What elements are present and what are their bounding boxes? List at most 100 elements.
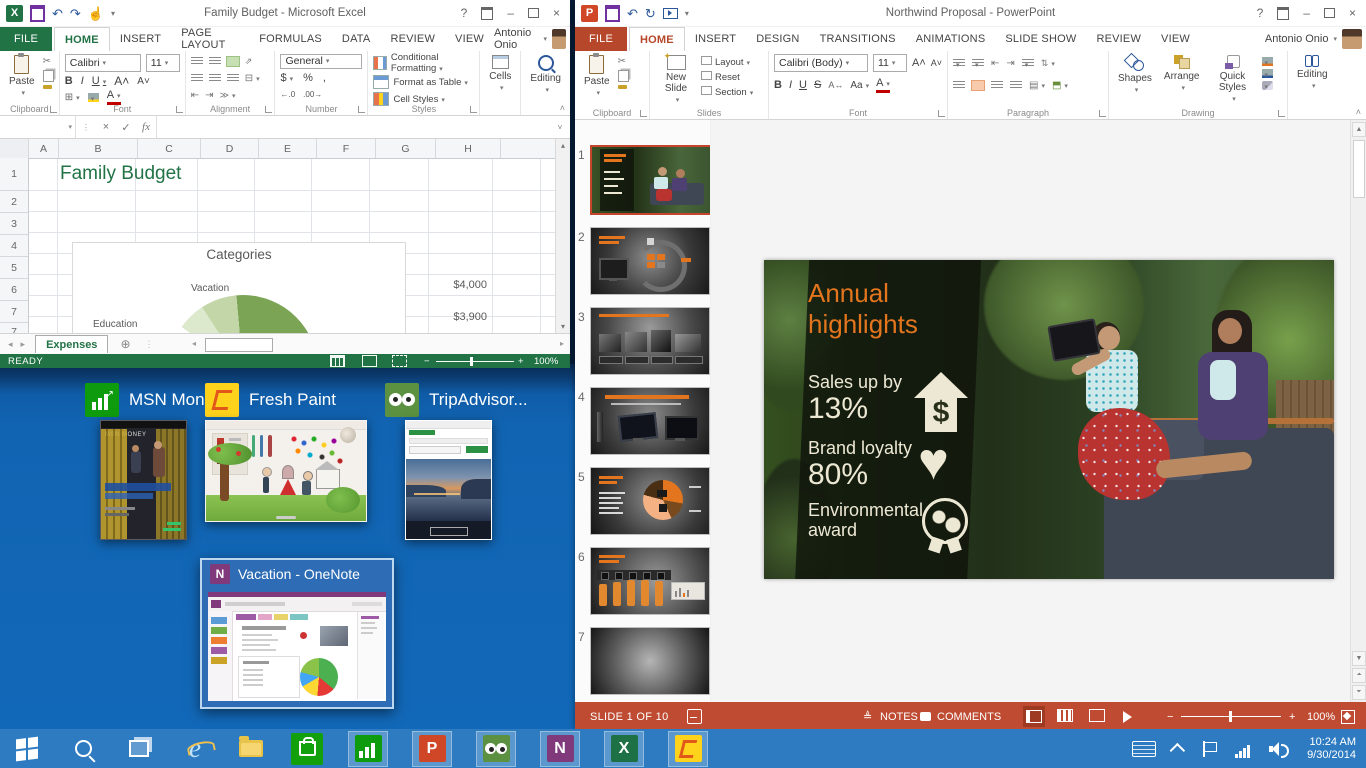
scroll-thumb[interactable]	[1353, 140, 1365, 198]
decrease-indent-icon[interactable]	[191, 90, 199, 101]
show-hidden-icons-chevron[interactable]	[1170, 743, 1186, 759]
cell-styles-button[interactable]: Cell Styles	[393, 94, 444, 105]
task-view-button[interactable]	[122, 732, 156, 766]
shapes-button[interactable]: Shapes	[1114, 54, 1156, 106]
zoom-in-icon[interactable]: +	[1289, 711, 1295, 723]
slide-thumbnail-3[interactable]	[590, 307, 710, 375]
slide-thumbnail-1[interactable]	[590, 145, 712, 215]
layout-button[interactable]: Layout	[701, 56, 753, 68]
align-left-icon[interactable]	[191, 74, 203, 83]
copy-icon[interactable]	[43, 70, 54, 82]
network-icon[interactable]	[1235, 740, 1251, 758]
font-color-icon[interactable]: A	[876, 78, 890, 93]
merge-center-icon[interactable]	[245, 73, 260, 84]
columns-icon[interactable]	[1029, 80, 1045, 91]
stat1-value[interactable]: 13%	[808, 392, 868, 426]
font-color-icon[interactable]: A	[107, 90, 121, 105]
orientation-icon[interactable]	[245, 56, 253, 67]
font-size-combo[interactable]: 11	[873, 54, 907, 72]
tab-home[interactable]: HOME	[54, 27, 110, 51]
maximize-icon[interactable]	[1324, 8, 1335, 18]
tab-home[interactable]: HOME	[629, 27, 685, 51]
collapse-ribbon-icon[interactable]	[1356, 107, 1361, 117]
normal-view-icon[interactable]	[330, 355, 345, 367]
paragraph-dialog-launcher[interactable]	[1099, 110, 1106, 117]
cells-button[interactable]: Cells	[485, 54, 515, 102]
start-button[interactable]	[10, 732, 44, 766]
tab-data[interactable]: DATA	[332, 27, 381, 51]
slide-thumbnail-2[interactable]	[590, 227, 710, 295]
cancel-entry-icon[interactable]: ×	[96, 116, 116, 138]
align-bottom-icon[interactable]	[227, 57, 239, 66]
tab-file[interactable]: FILE	[0, 27, 52, 51]
text-direction-icon[interactable]	[1041, 58, 1055, 69]
underline-button[interactable]: U	[92, 75, 106, 87]
copy-icon[interactable]	[618, 70, 629, 82]
repeat-icon[interactable]	[645, 7, 656, 20]
format-as-table-button[interactable]: Format as Table	[393, 77, 467, 88]
slide-thumbnail-5[interactable]	[590, 467, 710, 535]
hscroll-right-icon[interactable]	[560, 339, 564, 348]
align-center-icon[interactable]	[972, 81, 984, 90]
zoom-out-icon[interactable]: −	[424, 356, 430, 367]
save-icon[interactable]	[30, 5, 45, 22]
select-all-corner[interactable]	[0, 139, 29, 158]
align-right-icon[interactable]	[991, 81, 1003, 90]
font-dialog-launcher[interactable]	[176, 106, 183, 113]
windows-store-button[interactable]	[290, 732, 324, 766]
redo-icon[interactable]	[70, 7, 81, 20]
numbering-icon[interactable]	[972, 59, 984, 68]
font-size-combo[interactable]: 11	[146, 54, 180, 72]
taskbar-excel[interactable]: X	[604, 731, 644, 767]
taskbar-msn-money[interactable]	[348, 731, 388, 767]
hscroll-thumb[interactable]	[205, 338, 273, 352]
maximize-icon[interactable]	[528, 8, 539, 18]
zoom-level[interactable]: 100%	[534, 356, 558, 367]
slide-thumbnail-4[interactable]	[590, 387, 710, 455]
styles-dialog-launcher[interactable]	[470, 106, 477, 113]
font-dialog-launcher[interactable]	[938, 110, 945, 117]
taskbar-clock[interactable]: 10:24 AM 9/30/2014	[1307, 736, 1356, 762]
editing-button[interactable]: Editing	[1293, 54, 1332, 106]
section-button[interactable]: Section	[701, 86, 753, 98]
bold-button[interactable]: B	[65, 75, 73, 87]
scroll-down-icon[interactable]	[561, 322, 565, 333]
next-slide-icon[interactable]	[1352, 685, 1366, 700]
taskbar-powerpoint[interactable]: P	[412, 731, 452, 767]
italic-button[interactable]: I	[789, 79, 792, 91]
fit-slide-to-window-icon[interactable]	[1341, 710, 1355, 724]
slide-sorter-view-button[interactable]	[1057, 709, 1073, 725]
scroll-up-icon[interactable]	[561, 139, 565, 150]
tile-tripadvisor[interactable]: TripAdvisor...	[385, 383, 528, 417]
zoom-slider-track[interactable]	[436, 361, 514, 362]
align-middle-icon[interactable]	[209, 57, 221, 66]
formula-input[interactable]	[156, 116, 550, 138]
decrease-font-icon[interactable]: A˅	[931, 58, 942, 68]
zoom-slider-thumb[interactable]	[1229, 711, 1232, 722]
taskbar-tripadvisor[interactable]	[476, 731, 516, 767]
italic-button[interactable]: I	[81, 75, 84, 87]
tab-slide-show[interactable]: SLIDE SHOW	[995, 27, 1086, 51]
new-sheet-icon[interactable]	[120, 337, 130, 351]
align-left-icon[interactable]	[953, 81, 965, 90]
strikethrough-button[interactable]: S	[814, 79, 821, 91]
close-icon[interactable]: ×	[1349, 6, 1356, 20]
underline-button[interactable]: U	[799, 79, 807, 91]
alignment-dialog-launcher[interactable]	[265, 106, 272, 113]
customize-qat-icon[interactable]	[685, 9, 689, 18]
stat3-label[interactable]: Environmental	[808, 500, 923, 521]
embedded-chart[interactable]: Categories Vacation Education	[72, 242, 406, 333]
slide-thumbnail-6[interactable]	[590, 547, 710, 615]
increase-decimal-icon[interactable]: ←.0	[280, 90, 295, 99]
arrange-button[interactable]: Arrange	[1160, 54, 1204, 106]
sheet-tab-expenses[interactable]: Expenses	[35, 335, 108, 353]
taskbar-onenote[interactable]: N	[540, 731, 580, 767]
tab-transitions[interactable]: TRANSITIONS	[810, 27, 906, 51]
slide-title[interactable]: Annual highlights	[808, 278, 958, 340]
slide-thumbnail-7[interactable]	[590, 627, 710, 695]
prev-sheet-icon[interactable]	[8, 339, 13, 350]
format-painter-icon[interactable]	[618, 85, 627, 89]
spell-check-icon[interactable]	[687, 709, 702, 724]
next-sheet-icon[interactable]	[21, 339, 26, 350]
comma-format-icon[interactable]: ,	[323, 72, 326, 84]
